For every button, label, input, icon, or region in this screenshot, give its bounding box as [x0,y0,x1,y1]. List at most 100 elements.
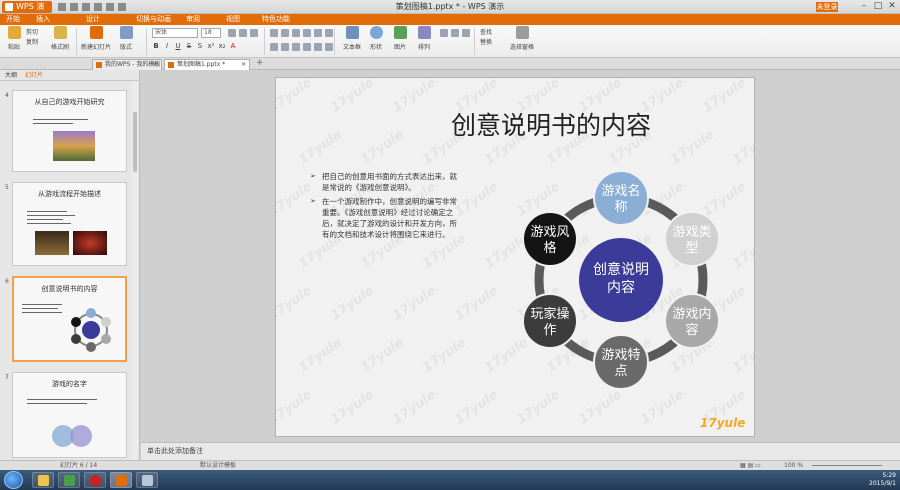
shrink-font-icon[interactable] [239,29,247,37]
copy-button[interactable]: 复制 [26,38,38,48]
slide-thumbnail[interactable]: 游戏的名字 [12,372,127,458]
menu-tab-insert[interactable]: 插入 [36,14,50,25]
taskbar-explorer[interactable] [32,472,54,488]
new-slide-button[interactable]: 新建幻灯片 [81,25,111,54]
align-right-icon[interactable] [292,43,300,51]
menu-tab-transition[interactable]: 切换与动画 [136,14,171,25]
maximize-icon[interactable]: □ [872,1,884,12]
picture-icon [394,26,407,39]
effect-icon[interactable] [462,29,470,37]
slide-icon [90,26,103,39]
window-title: 策划图稿1.pptx * - WPS 演示 [395,2,505,11]
cut-button[interactable]: 剪切 [26,28,38,38]
outline-icon[interactable] [451,29,459,37]
justify-icon[interactable] [303,43,311,51]
clock-date: 2015/9/1 [869,480,896,487]
font-size-select[interactable]: 18 [201,28,221,38]
distribute-icon[interactable] [314,43,322,51]
zoom-slider[interactable] [812,465,882,466]
tab-slides[interactable]: 幻灯片 [25,71,43,80]
find-button[interactable]: 查找 [480,28,492,38]
title-bar: WPS 演示 策划图稿1.pptx * - WPS 演示 未登录 – □ ✕ [0,0,900,23]
clear-format-icon[interactable] [250,29,258,37]
bold-icon[interactable]: B [152,42,160,51]
strike-icon[interactable]: S [185,42,193,51]
number-list-icon[interactable] [281,29,289,37]
indent-less-icon[interactable] [292,29,300,37]
tab-outline[interactable]: 大纲 [5,71,17,80]
fill-icon[interactable] [440,29,448,37]
arrange-button[interactable]: 排列 [412,25,436,54]
slide-thumbnail[interactable]: 从游戏流程开始描述 [12,182,127,266]
wps-icon [96,62,102,68]
align-center-icon[interactable] [281,43,289,51]
font-name-select[interactable]: 宋体 [152,28,198,38]
replace-button[interactable]: 替换 [480,38,492,48]
divider [474,28,475,55]
diagram-node-label: 游戏内 [673,306,712,322]
menu-tab-view[interactable]: 视图 [226,14,240,25]
format-painter-button[interactable]: 格式刷 [48,25,72,54]
close-icon[interactable]: × [241,60,246,70]
menu-tab-design[interactable]: 设计 [86,14,100,25]
slide-number: 7 [5,374,9,381]
menu-tab-review[interactable]: 审阅 [186,14,200,25]
login-button[interactable]: 未登录 [816,2,838,12]
doc-tab-current[interactable]: 策划图稿1.pptx * × [164,59,250,70]
diagram-node-label: 容 [686,322,699,338]
thumbnail-image [53,131,95,161]
close-icon[interactable]: ✕ [886,1,898,12]
slide-count: 幻灯片 6 / 14 [60,462,98,469]
superscript-icon[interactable]: x² [207,42,215,51]
slide-thumbnail[interactable]: 从自己的游戏开始研究 [12,90,127,172]
start-button[interactable] [4,471,23,489]
taskbar-record[interactable] [84,472,106,488]
line-spacing-icon[interactable] [314,29,322,37]
subscript-icon[interactable]: x₂ [218,42,226,51]
grow-font-icon[interactable] [228,29,236,37]
divider [146,28,147,55]
pptx-icon [168,62,174,68]
diagram-node-label: 作 [543,323,556,338]
notes-area[interactable]: 单击此处添加备注 [141,442,900,460]
taskbar-window[interactable] [136,472,158,488]
font-color-icon[interactable]: A [229,42,237,51]
italic-icon[interactable]: I [163,42,171,51]
shape-icon [370,26,383,39]
diagram-node-label: 游戏风 [530,225,569,240]
theme-name: 默认设计模板 [200,462,237,469]
shadow-icon[interactable]: S [196,42,204,51]
thumbnail-diagram [52,425,92,447]
folder-icon [38,475,49,486]
minimize-icon[interactable]: – [858,1,870,12]
underline-icon[interactable]: U [174,42,182,51]
taskbar-wps-presentation[interactable] [110,472,132,488]
select-icon [516,26,529,39]
arrange-icon [418,26,431,39]
document-tabs: 我的WPS - 我的模板 × 策划图稿1.pptx * × + [0,58,900,70]
system-tray[interactable]: 5:29 2015/9/1 [796,472,896,488]
text-direction-icon[interactable] [325,29,333,37]
indent-more-icon[interactable] [303,29,311,37]
menu-tab-special[interactable]: 特色功能 [262,14,290,25]
current-slide[interactable]: 17yule 17yule 17yule 17yule 17yule 17yule 17yu… [275,77,755,437]
thumbnail-image [35,231,69,255]
paste-button[interactable]: 粘贴 [2,25,26,54]
menu-tab-home[interactable]: 开始 [6,14,20,25]
layout-button[interactable]: 版式 [114,25,138,54]
thumbnail-scrollbar[interactable] [132,82,138,460]
slide-thumbnail-selected[interactable]: 创意说明书的内容 [12,276,127,362]
bullet-list-icon[interactable] [270,29,278,37]
zoom-level[interactable]: 100 % [784,461,803,470]
columns-icon[interactable] [325,43,333,51]
view-buttons[interactable]: ▦ ▤ ▭ [740,461,761,470]
doc-tab-templates[interactable]: 我的WPS - 我的模板 × [92,59,162,70]
slide-number: 4 [5,92,9,99]
select-pane-button[interactable]: 选择窗格 [510,25,534,54]
align-left-icon[interactable] [270,43,278,51]
new-tab-icon[interactable]: + [256,58,264,68]
ribbon-toolbar: 粘贴 剪切 复制 格式刷 新建幻灯片 版式 宋体 18 B I U S S x²… [0,25,900,58]
close-icon[interactable]: × [153,60,158,70]
cycle-diagram[interactable]: 游戏名称游戏类型游戏内容游戏特点 玩家操作 游戏风格 创意说明 内容 [276,78,755,437]
taskbar-app[interactable] [58,472,80,488]
